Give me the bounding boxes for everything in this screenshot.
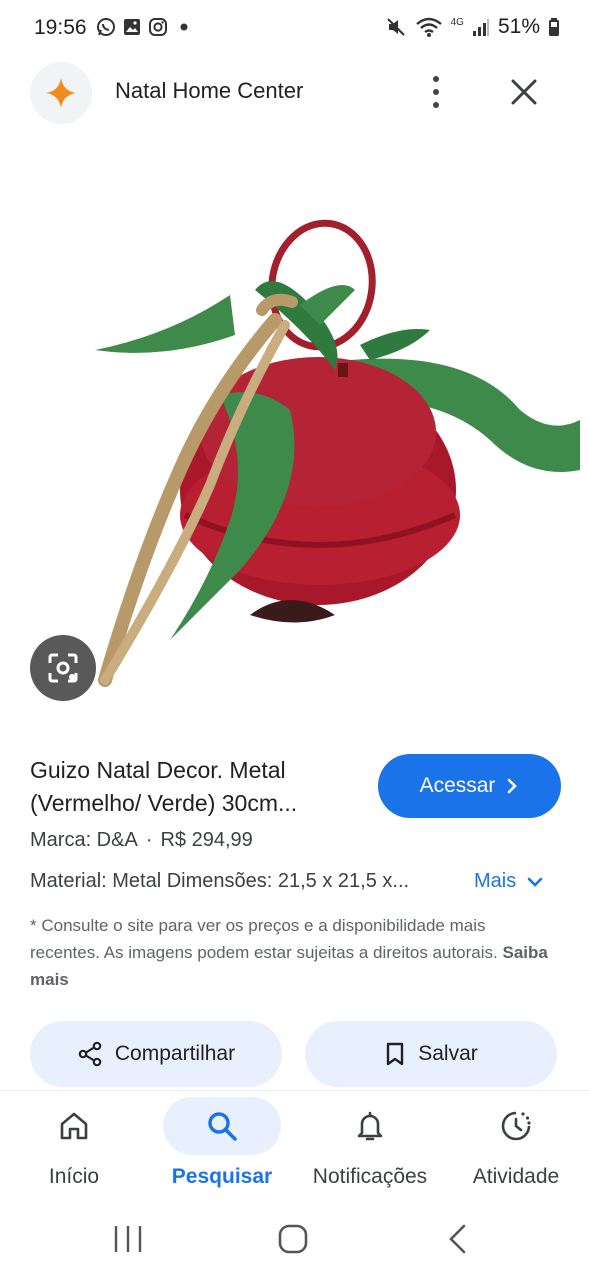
- bottom-navigation: Início Pesquisar Notificações Atividade: [0, 1090, 590, 1200]
- save-button[interactable]: Salvar: [305, 1021, 557, 1087]
- chevron-right-icon: [508, 778, 518, 794]
- site-logo[interactable]: [30, 62, 92, 124]
- price: R$ 294,99: [160, 829, 253, 851]
- status-bar: 19:56 4G 51%: [0, 0, 590, 58]
- battery-percent: 51%: [497, 15, 540, 38]
- home-icon: [60, 1112, 88, 1140]
- wifi-icon: [415, 17, 442, 37]
- recent-apps-icon[interactable]: [112, 1224, 144, 1254]
- star-logo-icon: [46, 78, 76, 108]
- nav-home[interactable]: Início: [0, 1091, 148, 1201]
- dot-icon: [433, 102, 439, 108]
- product-image[interactable]: [0, 170, 590, 730]
- home-button-icon[interactable]: [278, 1224, 310, 1254]
- dot-icon: [180, 23, 188, 31]
- lens-search-button[interactable]: [30, 635, 96, 701]
- share-icon: [78, 1041, 102, 1067]
- disclaimer-text: * Consulte o site para ver os preços e a…: [30, 916, 498, 962]
- dot-icon: [433, 76, 439, 82]
- status-time: 19:56: [34, 16, 87, 39]
- chevron-down-icon: [527, 877, 543, 887]
- notification-icons: [96, 17, 194, 37]
- more-label: Mais: [474, 870, 517, 892]
- share-button[interactable]: Compartilhar: [30, 1021, 282, 1087]
- product-meta: Marca: D&A · R$ 294,99: [30, 829, 253, 852]
- nav-home-icon-wrap: [15, 1097, 133, 1155]
- signal-icon: [472, 19, 489, 36]
- nav-notifications-label: Notificações: [312, 1165, 428, 1188]
- more-options-button[interactable]: [418, 72, 454, 112]
- nav-search-label: Pesquisar: [171, 1165, 273, 1188]
- separator: ·: [145, 829, 153, 851]
- visit-button-label: Acessar: [419, 774, 496, 797]
- share-label: Compartilhar: [114, 1042, 236, 1065]
- gallery-icon: [124, 19, 140, 35]
- site-title[interactable]: Natal Home Center: [115, 78, 303, 104]
- activity-icon: [501, 1111, 531, 1141]
- nav-search[interactable]: Pesquisar: [148, 1091, 296, 1201]
- instagram-icon: [149, 18, 167, 36]
- nav-notifications[interactable]: Notificações: [296, 1091, 444, 1201]
- close-button[interactable]: [504, 72, 544, 112]
- whatsapp-icon: [97, 18, 115, 36]
- product-description: Material: Metal Dimensões: 21,5 x 21,5 x…: [30, 870, 410, 892]
- nav-activity[interactable]: Atividade: [442, 1091, 590, 1201]
- lens-icon: [48, 653, 78, 683]
- search-icon: [208, 1112, 237, 1141]
- lte-icon: 4G: [450, 16, 464, 28]
- system-navigation: [0, 1200, 590, 1280]
- save-label: Salvar: [418, 1042, 478, 1065]
- more-button[interactable]: Mais: [474, 870, 544, 893]
- back-icon[interactable]: [446, 1224, 470, 1254]
- visit-button[interactable]: Acessar: [378, 754, 561, 818]
- product-title[interactable]: Guizo Natal Decor. Metal (Vermelho/ Verd…: [30, 754, 370, 820]
- nav-activity-icon-wrap: [457, 1097, 575, 1155]
- nav-notifications-icon-wrap: [311, 1097, 429, 1155]
- disclaimer: * Consulte o site para ver os preços e a…: [30, 912, 560, 993]
- bookmark-icon: [387, 1042, 404, 1066]
- mute-icon: [386, 18, 405, 36]
- brand: Marca: D&A: [30, 829, 138, 851]
- nav-home-label: Início: [48, 1165, 100, 1188]
- system-icons: 4G 51%: [385, 15, 560, 39]
- nav-activity-label: Atividade: [472, 1165, 560, 1188]
- bell-icon: [357, 1111, 383, 1141]
- dot-icon: [433, 89, 439, 95]
- battery-icon: [549, 18, 559, 36]
- nav-search-icon-wrap: [163, 1097, 281, 1155]
- site-header: Natal Home Center: [0, 60, 590, 124]
